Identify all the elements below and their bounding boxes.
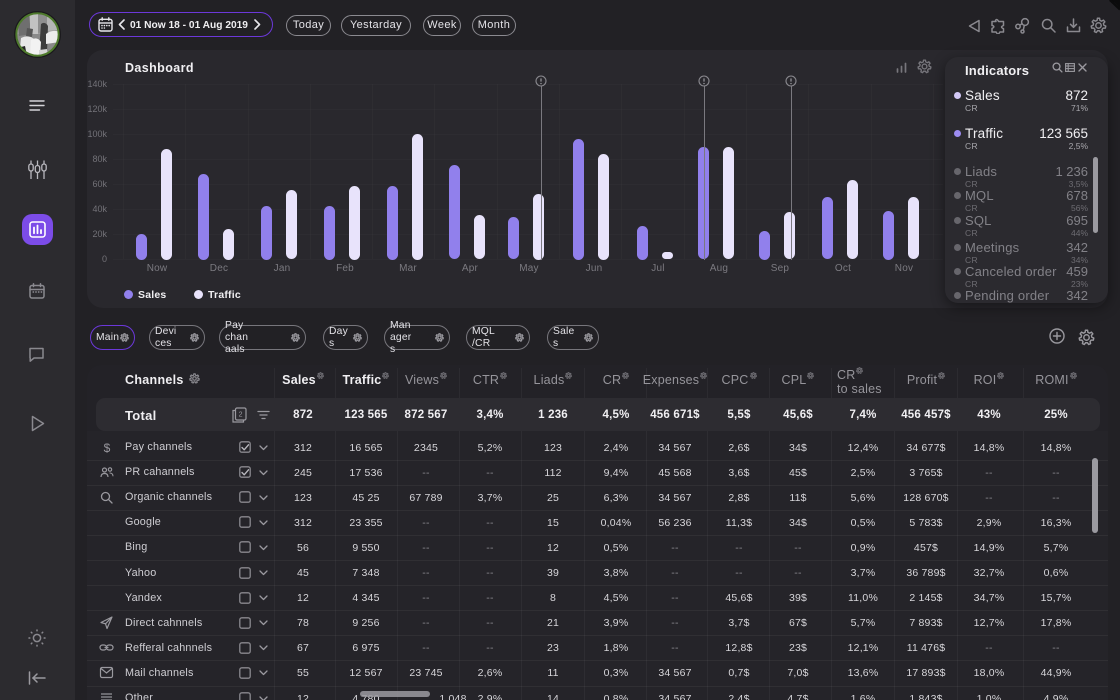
svg-text:$: $ (104, 441, 111, 455)
svg-text:2: 2 (239, 412, 243, 419)
